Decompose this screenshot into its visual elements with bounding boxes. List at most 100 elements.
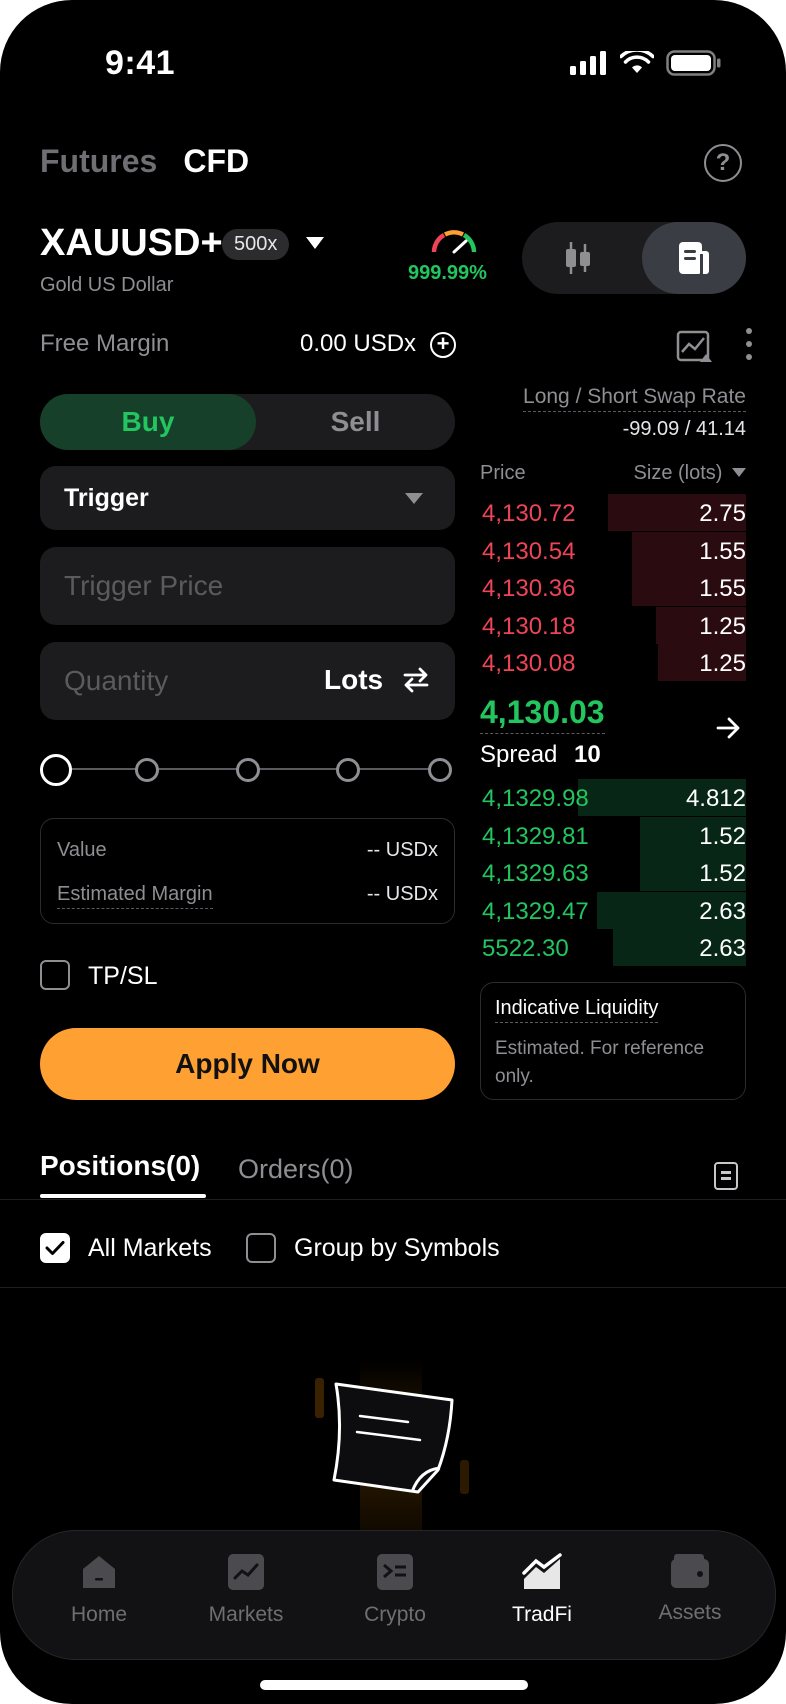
all-markets-label[interactable]: All Markets <box>88 1234 212 1263</box>
symbol-name[interactable]: XAUUSD+ <box>40 222 223 265</box>
orderbook-price: 4,1329.98 <box>482 785 589 812</box>
status-icons <box>570 50 722 76</box>
empty-state-icon <box>315 1358 469 1530</box>
battery-icon <box>666 50 721 76</box>
bid-row[interactable]: 5522.30 2.63 <box>480 929 746 966</box>
product-tabs: Futures CFD <box>40 143 249 180</box>
orderbook-price: 4,1329.47 <box>482 897 589 925</box>
orderbook-price: 4,1329.63 <box>482 860 589 887</box>
ask-row[interactable]: 4,130.54 1.55 <box>480 531 746 569</box>
apply-now-button[interactable]: Apply Now <box>40 1028 455 1100</box>
ask-row[interactable]: 4,130.72 2.75 <box>480 494 746 531</box>
slider-step-100[interactable] <box>428 758 452 782</box>
tab-underline <box>40 1194 206 1198</box>
side-selector: Buy Sell <box>40 394 455 450</box>
nav-label: Assets <box>658 1601 722 1624</box>
slider-handle[interactable] <box>40 754 72 786</box>
document-icon <box>679 242 709 274</box>
indicative-liquidity-box: Indicative Liquidity Estimated. For refe… <box>480 982 746 1100</box>
group-by-symbols-checkbox[interactable] <box>246 1233 276 1263</box>
more-options-icon[interactable] <box>746 328 752 360</box>
bid-row[interactable]: 4,1329.98 4.812 <box>480 779 746 816</box>
spread-label: Spread <box>480 741 558 768</box>
nav-assets[interactable]: Assets <box>630 1553 750 1625</box>
nav-markets[interactable]: Markets <box>186 1553 306 1627</box>
ask-row[interactable]: 4,130.18 1.25 <box>480 606 746 644</box>
wifi-icon <box>620 51 654 73</box>
value-label: Value <box>57 839 107 861</box>
candlestick-icon <box>566 242 590 274</box>
divider <box>0 1199 786 1200</box>
liquidity-description: Estimated. For reference only. <box>495 1038 705 1087</box>
trigger-price-placeholder: Trigger Price <box>64 570 224 601</box>
orderbook-size-header[interactable]: Size (lots) <box>634 462 746 485</box>
tpsl-label[interactable]: TP/SL <box>88 962 157 991</box>
quantity-unit[interactable]: Lots <box>324 664 383 696</box>
orderbook-view-button[interactable] <box>642 222 746 294</box>
value-amount: -- USDx <box>366 839 438 861</box>
slider-step-50[interactable] <box>236 758 260 782</box>
orderbook-size: 1.55 <box>699 575 746 602</box>
home-indicator <box>260 1680 528 1690</box>
wallet-icon <box>671 1554 709 1588</box>
order-history-icon[interactable] <box>714 1162 738 1190</box>
home-icon <box>83 1556 115 1588</box>
orderbook-size: 2.63 <box>699 897 746 925</box>
symbol-dropdown-caret-icon[interactable] <box>306 237 324 249</box>
order-summary: Value -- USDx Estimated Margin -- USDx <box>40 818 455 924</box>
trigger-price-input[interactable]: Trigger Price <box>40 547 455 625</box>
swap-unit-icon[interactable] <box>402 666 430 694</box>
order-type-value: Trigger <box>64 484 149 512</box>
chart-image-icon[interactable] <box>676 330 712 364</box>
chart-view-button[interactable] <box>522 222 634 294</box>
slider-step-25[interactable] <box>135 758 159 782</box>
orderbook-size: 1.52 <box>699 822 746 850</box>
estimated-margin-label[interactable]: Estimated Margin <box>57 883 213 909</box>
arrow-right-icon[interactable] <box>716 716 742 740</box>
tab-orders[interactable]: Orders(0) <box>238 1154 354 1185</box>
nav-label: Crypto <box>364 1603 426 1626</box>
group-by-symbols-label[interactable]: Group by Symbols <box>294 1234 500 1263</box>
caret-down-icon <box>732 468 746 477</box>
leverage-badge[interactable]: 500x <box>222 229 290 260</box>
sell-button[interactable]: Sell <box>256 394 455 450</box>
all-markets-checkbox[interactable] <box>40 1233 70 1263</box>
ask-row[interactable]: 4,130.36 1.55 <box>480 569 746 606</box>
buy-button[interactable]: Buy <box>40 394 256 450</box>
gauge-percent: 999.99% <box>408 262 487 284</box>
slider-step-75[interactable] <box>336 758 360 782</box>
quantity-input[interactable]: Quantity Lots <box>40 642 455 720</box>
orderbook-price: 4,130.36 <box>482 575 576 602</box>
free-margin-value: 0.00 USDx <box>300 330 417 357</box>
nav-tradfi[interactable]: TradFi <box>482 1553 602 1627</box>
status-time: 9:41 <box>105 44 176 82</box>
add-funds-icon[interactable]: + <box>430 332 456 358</box>
divider <box>0 1287 786 1288</box>
bid-row[interactable]: 4,1329.63 1.52 <box>480 854 746 891</box>
nav-label: Home <box>70 1603 128 1626</box>
help-icon[interactable]: ? <box>704 144 742 182</box>
free-margin-label: Free Margin <box>40 330 170 357</box>
chevron-down-icon <box>405 493 423 504</box>
ask-row[interactable]: 4,130.08 1.25 <box>480 644 746 681</box>
nav-home[interactable]: Home <box>39 1553 159 1627</box>
nav-crypto[interactable]: Crypto <box>335 1553 455 1627</box>
tab-cfd[interactable]: CFD <box>183 143 249 180</box>
layout-toggle <box>522 222 746 294</box>
risk-gauge-icon <box>431 230 477 254</box>
orderbook-size: 2.75 <box>699 500 746 527</box>
spread-value: 10 <box>574 741 601 768</box>
bid-row[interactable]: 4,1329.81 1.52 <box>480 816 746 854</box>
tpsl-checkbox[interactable] <box>40 960 70 990</box>
orderbook-price: 4,130.18 <box>482 612 576 640</box>
markets-icon <box>228 1554 264 1590</box>
tab-futures[interactable]: Futures <box>40 143 157 180</box>
bid-row[interactable]: 4,1329.47 2.63 <box>480 891 746 929</box>
orderbook-size: 1.25 <box>699 612 746 640</box>
orderbook-price: 4,130.72 <box>482 500 576 527</box>
tab-positions[interactable]: Positions(0) <box>40 1150 200 1182</box>
order-type-select[interactable]: Trigger <box>40 466 455 530</box>
orderbook-size: 4.812 <box>685 785 746 812</box>
swap-rate-label[interactable]: Long / Short Swap Rate <box>523 385 746 412</box>
liquidity-title[interactable]: Indicative Liquidity <box>495 997 659 1023</box>
